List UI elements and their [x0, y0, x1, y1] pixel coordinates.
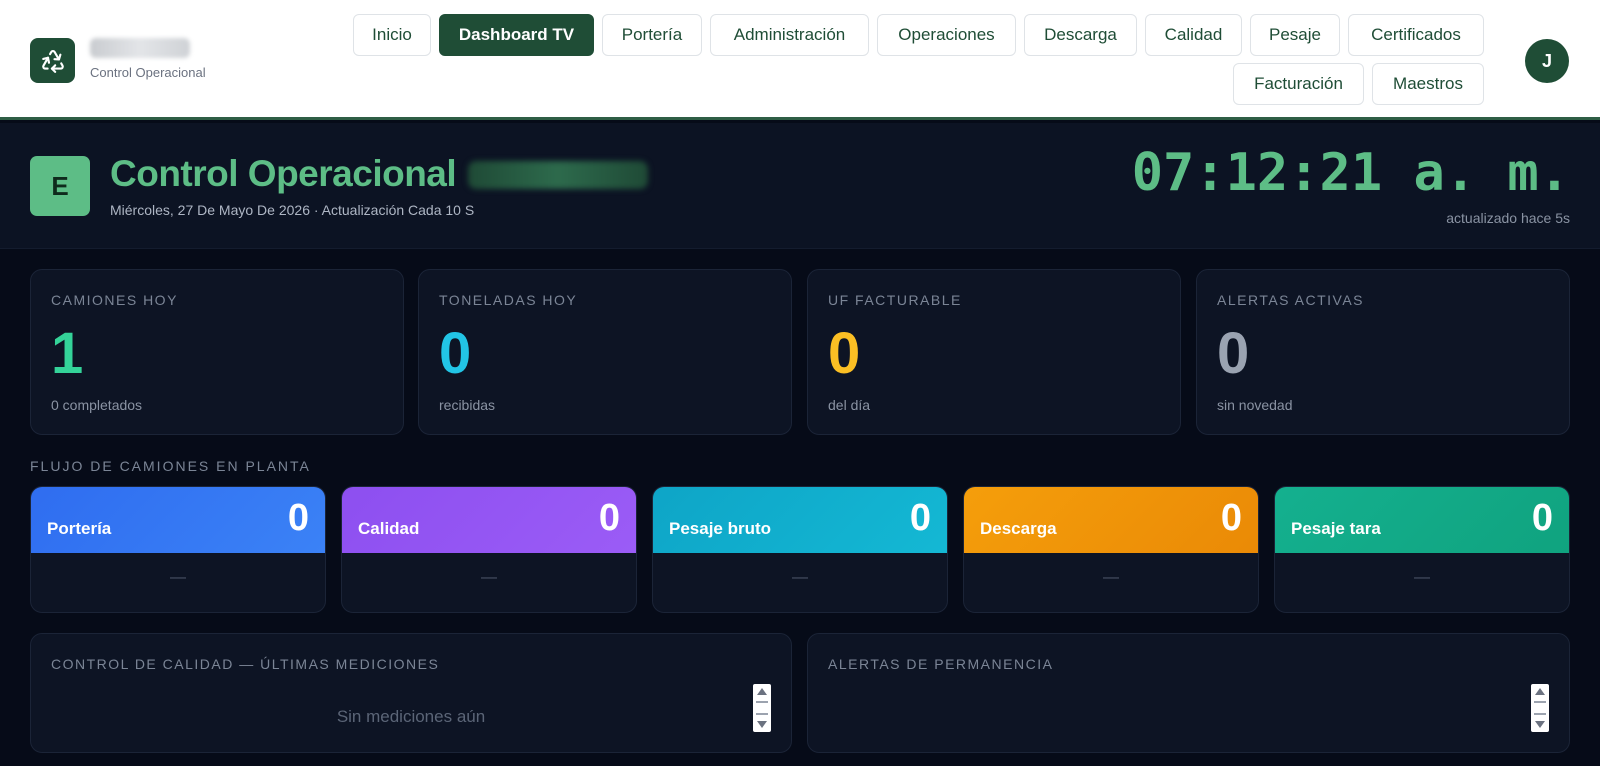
flow-stage-name: Portería: [47, 519, 112, 538]
kpi-card-camiones: CAMIONES HOY 1 0 completados: [30, 269, 404, 435]
quality-panel: CONTROL DE CALIDAD — ÚLTIMAS MEDICIONES …: [30, 633, 792, 753]
kpi-subtext: del día: [828, 397, 871, 413]
flow-stage-detail: —: [792, 569, 808, 586]
flow-card-porteria[interactable]: Portería 0 —: [30, 486, 326, 613]
kpi-subtext: 0 completados: [51, 397, 143, 413]
kpi-value: 0: [439, 321, 472, 386]
flow-stage-name: Calidad: [358, 519, 420, 538]
live-clock: 07:12:21 a. m.: [1131, 143, 1570, 203]
nav-pesaje[interactable]: Pesaje: [1250, 14, 1340, 56]
kpi-subtext: sin novedad: [1217, 397, 1293, 413]
empty-state-text: Sin mediciones aún: [336, 707, 486, 726]
dashboard-header: E Control Operacional Miércoles, 27 De M…: [0, 123, 1600, 249]
flow-stage-detail: —: [481, 569, 497, 586]
kpi-label: CAMIONES HOY: [51, 292, 178, 308]
permanence-alerts-panel: ALERTAS DE PERMANENCIA: [807, 633, 1570, 753]
panel-title: CONTROL DE CALIDAD — ÚLTIMAS MEDICIONES: [51, 656, 440, 672]
flow-stage-name: Pesaje bruto: [669, 519, 772, 538]
kpi-subtext: recibidas: [439, 397, 496, 413]
kpi-label: UF FACTURABLE: [828, 292, 962, 308]
site-badge: E: [30, 156, 90, 216]
brand-name-redacted: [90, 38, 190, 58]
kpi-label: ALERTAS ACTIVAS: [1217, 292, 1364, 308]
scrollbar[interactable]: [1531, 684, 1549, 732]
flow-stage-count: 0: [287, 497, 309, 539]
scroll-thumb[interactable]: [756, 701, 768, 715]
scrollbar[interactable]: [753, 684, 771, 732]
flow-card-calidad[interactable]: Calidad 0 —: [341, 486, 637, 613]
flow-stage-count: 0: [909, 497, 931, 539]
page-title-redacted: [468, 161, 648, 189]
kpi-value: 1: [51, 321, 84, 386]
flow-stage-count: 0: [598, 497, 620, 539]
flow-card-header: Descarga 0: [964, 487, 1258, 553]
scroll-down-arrow-icon[interactable]: [757, 721, 767, 728]
flow-stage-detail: —: [1414, 569, 1430, 586]
page-title: Control Operacional: [110, 153, 457, 194]
nav-inicio[interactable]: Inicio: [353, 14, 431, 56]
flow-stage-detail: —: [170, 569, 186, 586]
flow-card-header: Pesaje tara 0: [1275, 487, 1569, 553]
date-subtitle: Miércoles, 27 De Mayo De 2026 · Actualiz…: [110, 202, 475, 218]
kpi-card-toneladas: TONELADAS HOY 0 recibidas: [418, 269, 792, 435]
flow-section-title: FLUJO DE CAMIONES EN PLANTA: [30, 458, 311, 474]
kpi-value: 0: [1217, 321, 1250, 386]
nav-operaciones[interactable]: Operaciones: [877, 14, 1016, 56]
flow-stage-count: 0: [1531, 497, 1553, 539]
nav-maestros[interactable]: Maestros: [1372, 63, 1484, 105]
brand-subtitle: Control Operacional: [90, 65, 206, 80]
flow-stage-name: Pesaje tara: [1291, 519, 1381, 538]
flow-card-pesaje-tara[interactable]: Pesaje tara 0 —: [1274, 486, 1570, 613]
nav-descarga[interactable]: Descarga: [1024, 14, 1137, 56]
scroll-up-arrow-icon[interactable]: [1535, 688, 1545, 695]
recycle-logo-icon[interactable]: [30, 38, 75, 83]
flow-stage-detail: —: [1103, 569, 1119, 586]
panel-title: ALERTAS DE PERMANENCIA: [828, 656, 1054, 672]
flow-card-descarga[interactable]: Descarga 0 —: [963, 486, 1259, 613]
kpi-value: 0: [828, 321, 861, 386]
nav-facturacion[interactable]: Facturación: [1233, 63, 1364, 105]
flow-stage-name: Descarga: [980, 519, 1057, 538]
scroll-up-arrow-icon[interactable]: [757, 688, 767, 695]
nav-certificados[interactable]: Certificados: [1348, 14, 1484, 56]
kpi-label: TONELADAS HOY: [439, 292, 578, 308]
flow-card-header: Calidad 0: [342, 487, 636, 553]
nav-administracion[interactable]: Administración: [710, 14, 869, 56]
nav-calidad[interactable]: Calidad: [1145, 14, 1242, 56]
flow-stage-count: 0: [1220, 497, 1242, 539]
kpi-card-uf-facturable: UF FACTURABLE 0 del día: [807, 269, 1181, 435]
scroll-thumb[interactable]: [1534, 701, 1546, 715]
nav-porteria[interactable]: Portería: [602, 14, 702, 56]
flow-card-header: Portería 0: [31, 487, 325, 553]
user-avatar[interactable]: J: [1525, 39, 1569, 83]
nav-dashboard-tv[interactable]: Dashboard TV: [439, 14, 594, 56]
kpi-card-alertas: ALERTAS ACTIVAS 0 sin novedad: [1196, 269, 1570, 435]
flow-card-pesaje-bruto[interactable]: Pesaje bruto 0 —: [652, 486, 948, 613]
last-updated-text: actualizado hace 5s: [1446, 210, 1570, 226]
flow-card-header: Pesaje bruto 0: [653, 487, 947, 553]
scroll-down-arrow-icon[interactable]: [1535, 721, 1545, 728]
top-navbar: Control Operacional Inicio Dashboard TV …: [0, 0, 1600, 120]
